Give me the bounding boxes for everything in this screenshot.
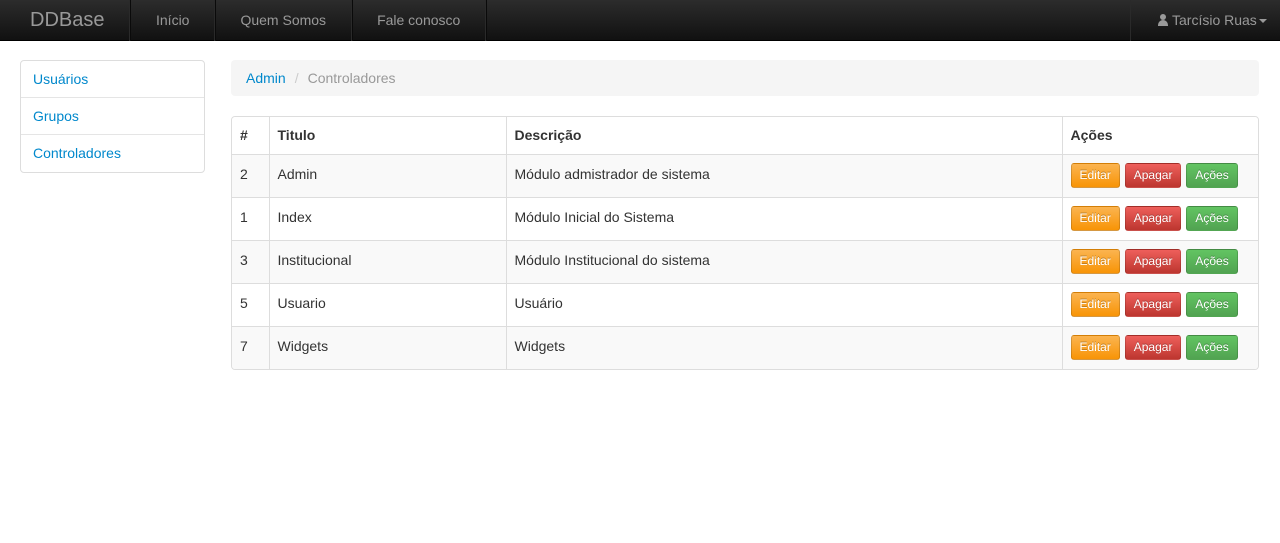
edit-button[interactable]: Editar [1070, 249, 1120, 274]
breadcrumb-admin-link[interactable]: Admin [246, 70, 286, 86]
user-menu-toggle[interactable]: Tarcísio Ruas [1130, 0, 1280, 41]
cell-id: 1 [232, 196, 269, 240]
cell-id: 7 [232, 325, 269, 369]
actions-button[interactable]: Ações [1186, 206, 1238, 231]
sidebar-item-controladores[interactable]: Controladores [21, 135, 204, 172]
controllers-table: # Titulo Descrição Ações 2 Admin Módulo … [231, 116, 1259, 370]
cell-actions: Editar Apagar Ações [1061, 325, 1258, 369]
delete-button[interactable]: Apagar [1124, 335, 1182, 361]
navbar: DDBase Início Quem Somos Fale conosco Ta… [0, 0, 1280, 41]
sidebar-item-usuarios[interactable]: Usuários [21, 61, 204, 98]
cell-descricao: Módulo admistrador de sistema [505, 153, 1062, 197]
caret-down-icon [1258, 19, 1267, 23]
cell-descricao: Widgets [505, 325, 1062, 369]
actions-button[interactable]: Ações [1186, 335, 1238, 361]
cell-id: 5 [232, 282, 269, 326]
edit-button[interactable]: Editar [1070, 206, 1120, 231]
cell-descricao: Usuário [505, 282, 1062, 326]
breadcrumb-separator: / [294, 70, 299, 86]
delete-button[interactable]: Apagar [1124, 249, 1182, 274]
cell-id: 2 [232, 153, 269, 197]
actions-button[interactable]: Ações [1186, 163, 1238, 188]
user-name: Tarcísio Ruas [1172, 12, 1257, 28]
delete-button[interactable]: Apagar [1124, 292, 1182, 317]
column-header-descricao: Descrição [505, 117, 1062, 154]
edit-button[interactable]: Editar [1070, 335, 1120, 361]
edit-button[interactable]: Editar [1070, 163, 1120, 188]
sidebar-item-grupos[interactable]: Grupos [21, 98, 204, 135]
breadcrumb-current: Controladores [307, 70, 396, 86]
cell-titulo: Institucional [268, 239, 506, 283]
cell-titulo: Widgets [268, 325, 506, 369]
table-row: 3 Institucional Módulo Institucional do … [232, 239, 1258, 283]
user-icon [1157, 14, 1169, 26]
actions-button[interactable]: Ações [1186, 249, 1238, 274]
column-header-id: # [232, 117, 269, 154]
table-row: 2 Admin Módulo admistrador de sistema Ed… [232, 153, 1258, 197]
cell-titulo: Index [268, 196, 506, 240]
cell-actions: Editar Apagar Ações [1061, 153, 1258, 197]
cell-descricao: Módulo Inicial do Sistema [505, 196, 1062, 240]
table-row: 7 Widgets Widgets Editar Apagar Ações [232, 325, 1258, 369]
column-header-acoes: Ações [1061, 117, 1258, 154]
cell-titulo: Admin [268, 153, 506, 197]
delete-button[interactable]: Apagar [1124, 163, 1182, 188]
table-row: 5 Usuario Usuário Editar Apagar Ações [232, 282, 1258, 326]
breadcrumb: Admin / Controladores [231, 60, 1259, 96]
column-header-titulo: Titulo [268, 117, 506, 154]
cell-id: 3 [232, 239, 269, 283]
table-row: 1 Index Módulo Inicial do Sistema Editar… [232, 196, 1258, 240]
edit-button[interactable]: Editar [1070, 292, 1120, 317]
cell-actions: Editar Apagar Ações [1061, 196, 1258, 240]
actions-button[interactable]: Ações [1186, 292, 1238, 317]
main-nav: Início Quem Somos Fale conosco [130, 0, 487, 41]
cell-descricao: Módulo Institucional do sistema [505, 239, 1062, 283]
cell-titulo: Usuario [268, 282, 506, 326]
cell-actions: Editar Apagar Ações [1061, 282, 1258, 326]
table-header-row: # Titulo Descrição Ações [232, 117, 1258, 154]
cell-actions: Editar Apagar Ações [1061, 239, 1258, 283]
nav-item-inicio[interactable]: Início [130, 0, 216, 41]
brand-logo[interactable]: DDBase [0, 0, 130, 41]
delete-button[interactable]: Apagar [1124, 206, 1182, 231]
sidebar: Usuários Grupos Controladores [20, 60, 205, 173]
nav-item-quem-somos[interactable]: Quem Somos [215, 0, 353, 41]
nav-item-fale-conosco[interactable]: Fale conosco [352, 0, 487, 41]
